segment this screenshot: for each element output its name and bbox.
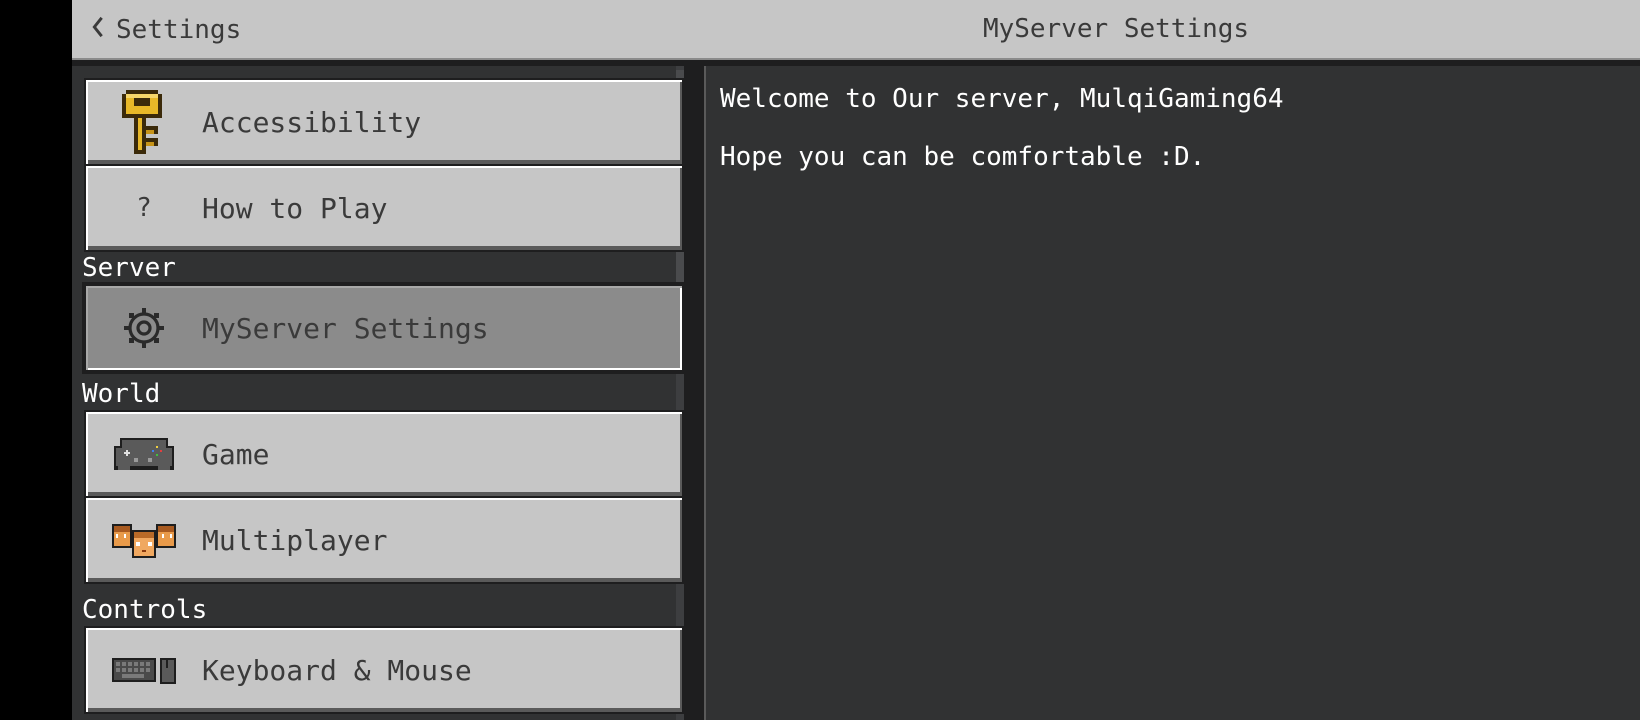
key-icon	[104, 90, 184, 154]
sidebar-item-label: Game	[202, 437, 270, 471]
sidebar-item-label: Multiplayer	[202, 523, 388, 557]
question-icon: ?	[136, 193, 152, 223]
sidebar-item-label: Keyboard & Mouse	[202, 653, 472, 687]
sidebar-item-keyboard-mouse[interactable]: Keyboard & Mouse	[84, 626, 684, 714]
sidebar-item-label: MyServer Settings	[202, 311, 489, 345]
controller-icon	[104, 422, 184, 486]
players-icon	[104, 508, 184, 572]
sidebar-item-accessibility[interactable]: Accessibility	[84, 78, 684, 166]
sidebar-item-label: Accessibility	[202, 105, 422, 139]
section-label-world: World	[82, 379, 161, 409]
server-settings-panel: Welcome to Our server, MulqiGaming64 Hop…	[704, 66, 1640, 720]
sidebar-item-label: How to Play	[202, 191, 388, 225]
settings-sidebar[interactable]: Accessibility ? How to Play Server MySer…	[72, 66, 692, 720]
gear-icon	[104, 296, 184, 360]
settings-window: Settings MyServer Settings Accessibility…	[72, 0, 1640, 720]
welcome-message: Welcome to Our server, MulqiGaming64	[720, 84, 1284, 114]
keyboard-mouse-icon	[104, 638, 184, 702]
sidebar-item-myserver-settings[interactable]: MyServer Settings	[84, 284, 684, 372]
sidebar-item-multiplayer[interactable]: Multiplayer	[84, 496, 684, 584]
sidebar-item-game[interactable]: Game	[84, 410, 684, 498]
section-label-controls: Controls	[82, 595, 208, 625]
comfort-message: Hope you can be comfortable :D.	[720, 142, 1206, 172]
sidebar-item-how-to-play[interactable]: ? How to Play	[84, 164, 684, 252]
page-title: MyServer Settings	[982, 14, 1250, 44]
header-bar: Settings MyServer Settings	[72, 0, 1640, 60]
section-label-server: Server	[82, 253, 176, 283]
